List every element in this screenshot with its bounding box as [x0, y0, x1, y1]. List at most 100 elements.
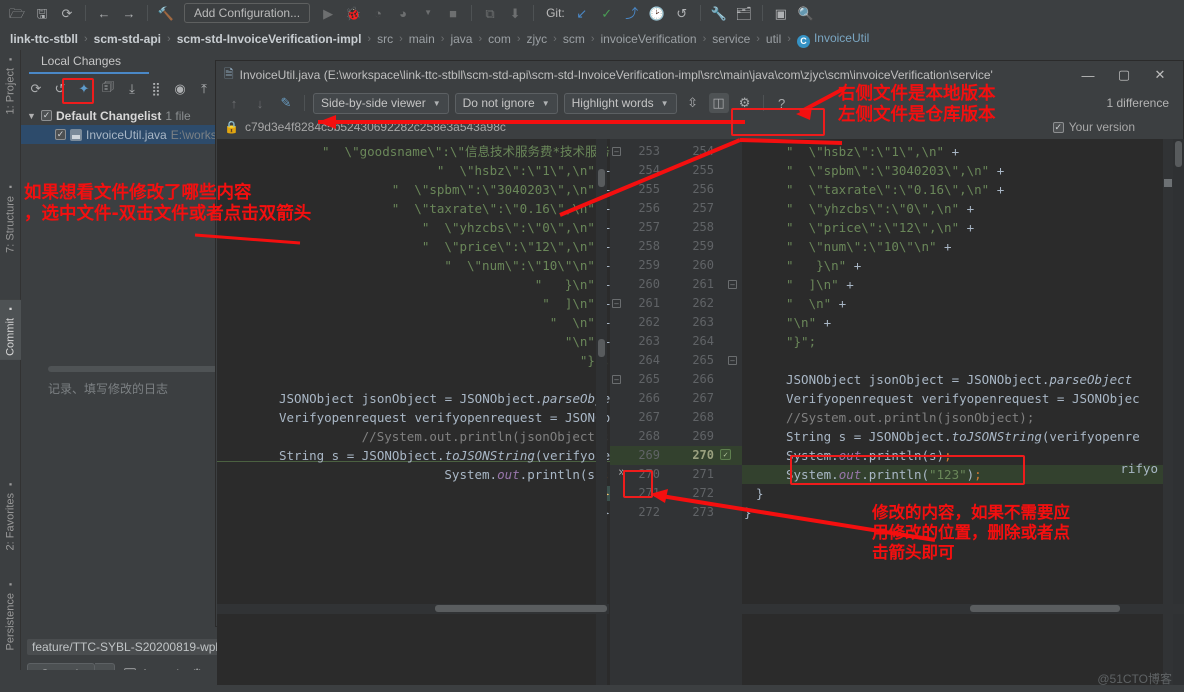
diff-dialog-titlebar: 🗎 InvoiceUtil.java (E:\workspace\link-tt…: [216, 61, 1183, 89]
breadcrumb-item-invoiceverification[interactable]: invoiceVerification: [597, 32, 701, 46]
sidebar-item-7-structure[interactable]: 7: Structure ▪: [0, 178, 21, 257]
sync-icon[interactable]: ⟳: [56, 2, 78, 24]
close-icon[interactable]: ✕: [1145, 63, 1175, 87]
profile-dropdown-icon[interactable]: ▼: [417, 2, 439, 24]
run-configuration-label: Add Configuration...: [194, 6, 301, 20]
line-number-row: 262 263: [610, 313, 742, 332]
viewer-mode-select[interactable]: Side-by-side viewer ▼: [313, 92, 449, 114]
run-icon[interactable]: ▶: [317, 2, 339, 24]
line-number-right: 268: [692, 410, 714, 424]
code-token: String s = JSONObject.: [786, 429, 952, 444]
stop-icon[interactable]: ■: [442, 2, 464, 24]
expand-icon[interactable]: ⤒: [195, 80, 213, 98]
breadcrumb-item-main[interactable]: main: [405, 32, 439, 46]
branch-name[interactable]: feature/TTC-SYBL-S20200819-wph: [27, 639, 228, 655]
commit-check-icon[interactable]: ✓: [596, 2, 618, 24]
tab-local-changes[interactable]: Local Changes: [29, 50, 149, 74]
run-coverage-icon[interactable]: ◔: [367, 2, 389, 24]
highlight-mode-select[interactable]: Highlight words ▼: [563, 92, 677, 114]
code-token: " \"price\":\"12\",\n": [421, 239, 595, 254]
breadcrumb-item-com[interactable]: com: [484, 32, 515, 46]
collapse-unchanged-icon[interactable]: ⇳: [683, 93, 703, 113]
sidebar-item-1-project[interactable]: 1: Project ▪: [0, 50, 21, 118]
left-horizontal-scrollbar[interactable]: [217, 604, 609, 614]
run-configuration-selector[interactable]: Add Configuration...: [184, 3, 311, 23]
open-folder-icon[interactable]: 🗁: [6, 2, 28, 24]
sidebar-item-2-favorites[interactable]: 2: Favorites ▪: [0, 475, 21, 554]
your-version-checkbox[interactable]: ✓: [1052, 121, 1064, 133]
arrow-up-icon[interactable]: ↑: [224, 93, 244, 113]
search-icon[interactable]: 🔍: [795, 2, 817, 24]
fold-marker-icon[interactable]: –: [612, 375, 621, 384]
breadcrumb-item-scm-std-api[interactable]: scm-std-api: [90, 32, 165, 46]
build-icon[interactable]: 🔨: [155, 2, 177, 24]
refresh-icon[interactable]: ⟳: [27, 80, 45, 98]
maximize-icon[interactable]: ▢: [1109, 63, 1139, 87]
code-token: " \"price\":\"12\",\n": [786, 220, 960, 235]
attach-icon[interactable]: ⧉: [479, 2, 501, 24]
arrow-down-icon[interactable]: ↓: [250, 93, 270, 113]
get-icon[interactable]: ⤓: [123, 80, 141, 98]
code-line: " \"hsbz\":\"1\",\n" +: [217, 161, 610, 180]
breadcrumb-item-java[interactable]: java: [446, 32, 476, 46]
line-number-left: 270: [638, 467, 660, 481]
structure-icon[interactable]: 🗂: [733, 2, 755, 24]
right-horizontal-scrollbar[interactable]: [740, 604, 1184, 614]
history-icon[interactable]: 🕑: [646, 2, 668, 24]
rollback-icon[interactable]: ↺: [51, 80, 69, 98]
wrench-icon[interactable]: 🔧: [708, 2, 730, 24]
sidebar-item-persistence[interactable]: Persistence ▪: [0, 575, 21, 654]
update-project-icon[interactable]: ↙: [571, 2, 593, 24]
changelist-row[interactable]: ▼ ✓ Default Changelist 1 file: [21, 106, 231, 125]
pencil-icon[interactable]: ✎: [276, 93, 296, 113]
preview-icon[interactable]: ◉: [171, 80, 189, 98]
gear-icon[interactable]: ⚙: [735, 93, 755, 113]
align-icon[interactable]: ◫: [708, 93, 729, 113]
ignore-mode-select[interactable]: Do not ignore ▼: [454, 92, 558, 114]
changed-file-row[interactable]: ✓ InvoiceUtil.java E:\worksp: [21, 125, 231, 144]
breadcrumb-item-label: zjyc: [526, 32, 548, 46]
diff-icon[interactable]: 🗊: [99, 79, 117, 98]
forward-arrow-icon[interactable]: →: [118, 2, 140, 24]
shelve-icon[interactable]: ✦: [75, 80, 93, 98]
breadcrumb-item-link-ttc-stbll[interactable]: link-ttc-stbll: [6, 32, 82, 46]
save-all-icon[interactable]: 🖫: [31, 2, 53, 24]
terminal-icon[interactable]: ▣: [770, 2, 792, 24]
fold-marker-icon[interactable]: –: [728, 280, 737, 289]
update-icon[interactable]: ⬇: [504, 2, 526, 24]
line-number-row: 259 260: [610, 256, 742, 275]
fold-marker-icon[interactable]: –: [612, 299, 621, 308]
breadcrumb-item-scm[interactable]: scm: [559, 32, 589, 46]
debug-icon[interactable]: 🐞: [342, 2, 364, 24]
code-line: " \"spbm\":\"3040203\",\n" +: [742, 161, 1184, 180]
profile-icon[interactable]: ◕: [392, 2, 414, 24]
push-icon[interactable]: ⤴: [621, 2, 643, 24]
changelist-checkbox[interactable]: ✓: [41, 110, 52, 121]
file-checkbox[interactable]: ✓: [55, 129, 66, 140]
help-icon[interactable]: ?: [772, 93, 792, 113]
breadcrumb-item-util[interactable]: util: [762, 32, 785, 46]
minimize-icon[interactable]: —: [1073, 63, 1103, 87]
line-number-left: 266: [638, 391, 660, 405]
code-line: " \n" +: [742, 294, 1184, 313]
back-arrow-icon[interactable]: ←: [93, 2, 115, 24]
code-line: " \"taxrate\":\"0.16\",\n" +: [217, 199, 610, 218]
chevron-down-icon[interactable]: ▼: [27, 111, 37, 121]
rollback-icon[interactable]: ↺: [671, 2, 693, 24]
accept-change-checkbox[interactable]: ✓: [720, 449, 731, 460]
fold-marker-icon[interactable]: –: [612, 147, 621, 156]
accept-change-arrow-button[interactable]: »: [618, 465, 626, 480]
breadcrumb-item-invoiceutil[interactable]: C InvoiceUtil: [793, 31, 873, 48]
breadcrumb-item-scm-std-invoiceverification-impl[interactable]: scm-std-InvoiceVerification-impl: [173, 32, 366, 46]
diff-dialog: 🗎 InvoiceUtil.java (E:\workspace\link-tt…: [215, 60, 1184, 685]
breadcrumb-item-zjyc[interactable]: zjyc: [522, 32, 551, 46]
group-by-icon[interactable]: ⣿: [147, 80, 165, 98]
breadcrumb-item-service[interactable]: service: [708, 32, 754, 46]
sidebar-item-commit[interactable]: Commit ▪: [0, 300, 21, 360]
code-token: +: [959, 220, 975, 235]
fold-marker-icon[interactable]: –: [728, 356, 737, 365]
code-token: +: [959, 201, 975, 216]
line-number-left: 271: [638, 486, 660, 500]
breadcrumb-item-src[interactable]: src: [373, 32, 397, 46]
right-code-content: " \"hsbz\":\"1\",\n" + " \"spbm\":\"30402…: [742, 142, 1184, 522]
